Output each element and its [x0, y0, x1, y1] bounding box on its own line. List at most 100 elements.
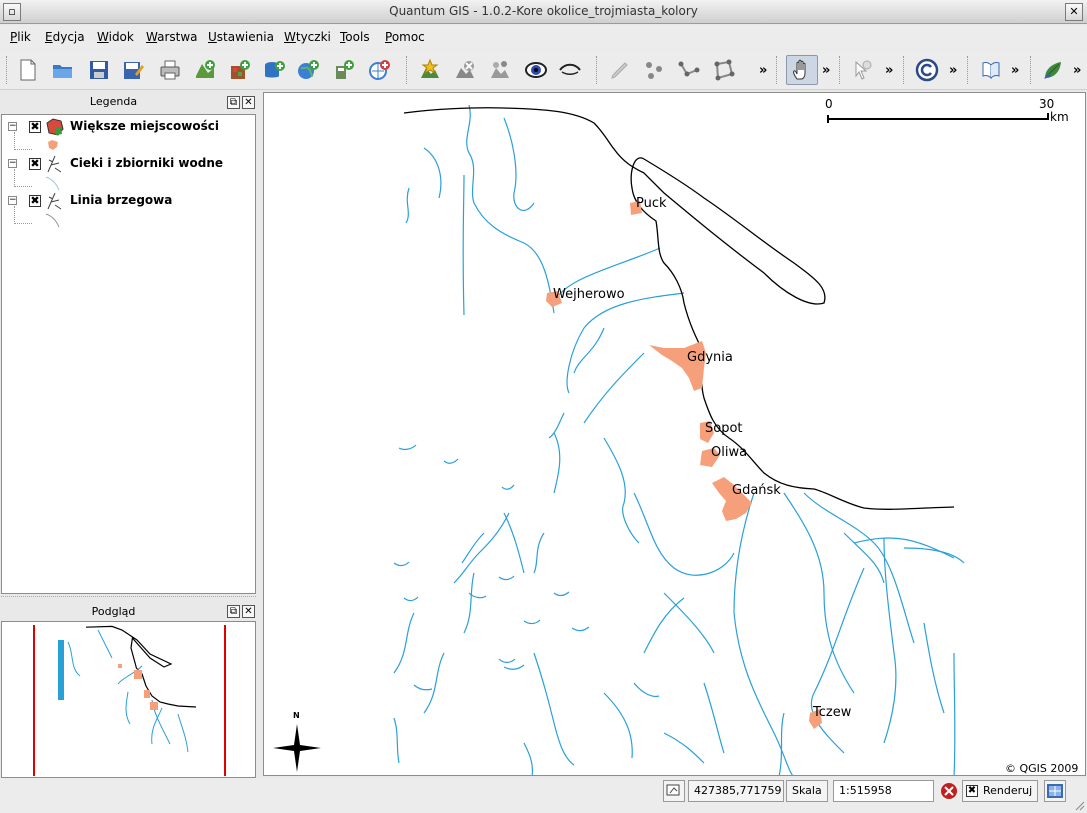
scalebar-end-label: 30 — [1039, 97, 1055, 111]
save-as-icon[interactable] — [119, 56, 147, 84]
polygon-layer-icon — [45, 117, 65, 137]
line-layer-icon — [45, 154, 65, 174]
layer-visibility-checkbox[interactable]: ✖ — [29, 195, 41, 207]
add-to-overview-icon[interactable] — [416, 56, 444, 84]
toolbar-separator — [596, 56, 598, 84]
add-vector-layer-icon[interactable] — [191, 56, 219, 84]
overview-panel[interactable] — [1, 621, 256, 778]
print-icon[interactable] — [156, 56, 184, 84]
menu-bar: Plik Edycja Widok Warstwa Ustawienia Wty… — [0, 25, 1087, 49]
toolbar-overflow-button[interactable]: » — [1073, 63, 1081, 78]
legend-panel: − ✖ Większe miejscowości − ✖ Cieki i zbi… — [1, 114, 256, 594]
north-label: N — [293, 711, 300, 720]
label-sopot: Sopot — [705, 421, 743, 436]
render-checkbox[interactable]: ✖ Renderuj — [962, 780, 1038, 802]
layer-label-cieki[interactable]: Cieki i zbiorniki wodne — [70, 156, 223, 170]
toolbar-overflow-button[interactable]: » — [822, 63, 830, 78]
scale-input[interactable]: 1:515958 — [833, 780, 934, 802]
water-symbol — [45, 175, 61, 191]
toolbar-separator — [6, 56, 8, 84]
plugin-leaf-icon[interactable] — [1039, 56, 1067, 84]
label-oliwa: Oliwa — [711, 445, 748, 460]
render-check-mark[interactable]: ✖ — [966, 785, 978, 797]
menu-ustawienia[interactable]: Ustawienia — [208, 30, 274, 44]
window-close-button[interactable]: ✕ — [1065, 3, 1083, 21]
label-gdansk: Gdańsk — [732, 483, 781, 498]
label-gdynia: Gdynia — [687, 350, 733, 365]
label-wejherowo: Wejherowo — [553, 287, 625, 302]
toggle-layers-icon[interactable] — [486, 56, 514, 84]
identify-icon[interactable] — [848, 56, 876, 84]
title-bar: ▫ Quantum GIS - 1.0.2-Kore okolice_trojm… — [0, 0, 1087, 24]
coastline — [403, 107, 955, 510]
overview-float-button[interactable]: ⧉ — [227, 605, 240, 618]
add-postgis-layer-icon[interactable] — [260, 56, 288, 84]
coast-symbol — [45, 212, 61, 228]
menu-plik[interactable]: Plik — [10, 30, 31, 44]
legend-title: Legenda — [89, 95, 138, 108]
line-layer-icon — [45, 191, 65, 211]
layer-label-linia-brzegowa[interactable]: Linia brzegowa — [70, 193, 172, 207]
layer-visibility-checkbox[interactable]: ✖ — [29, 158, 41, 170]
coordinates-display: 427385,771759 — [688, 780, 784, 802]
menu-warstwa[interactable]: Warstwa — [146, 30, 198, 44]
layer-expander[interactable]: − — [8, 122, 17, 131]
menu-widok[interactable]: Widok — [97, 30, 134, 44]
scale-label: Skala — [786, 780, 828, 802]
menu-wtyczki[interactable]: Wtyczki — [284, 30, 331, 44]
label-tczew: Tczew — [813, 705, 852, 720]
toolbar-separator — [967, 56, 969, 84]
capture-polygon-icon[interactable] — [710, 56, 738, 84]
main-toolbar: » » » » » » — [0, 50, 1087, 90]
layer-label-miejscowosci[interactable]: Większe miejscowości — [70, 119, 219, 133]
label-puck: Puck — [636, 196, 667, 211]
toolbar-overflow-button[interactable]: » — [1011, 63, 1019, 78]
overview-close-button[interactable]: ✕ — [242, 605, 255, 618]
menu-tools[interactable]: Tools — [340, 30, 370, 44]
toolbar-overflow-button[interactable]: » — [759, 63, 767, 78]
new-vector-layer-icon[interactable] — [330, 56, 358, 84]
remove-layer-icon[interactable] — [451, 56, 479, 84]
toolbar-separator — [839, 56, 841, 84]
toolbar-overflow-button[interactable]: » — [885, 63, 893, 78]
add-raster-layer-icon[interactable] — [226, 56, 254, 84]
add-wms-layer-icon[interactable] — [294, 56, 322, 84]
pan-hand-icon[interactable] — [786, 55, 818, 85]
map-canvas[interactable]: Puck Wejherowo Gdynia Sopot Oliwa Gdańsk… — [263, 92, 1086, 776]
edit-pencil-icon[interactable] — [606, 56, 634, 84]
window-title: Quantum GIS - 1.0.2-Kore okolice_trojmia… — [389, 4, 698, 18]
dock-splitter[interactable] — [1, 596, 256, 600]
hide-all-icon[interactable] — [556, 56, 584, 84]
stop-render-icon[interactable] — [938, 780, 960, 802]
legend-close-button[interactable]: ✕ — [242, 96, 255, 109]
overview-title: Podgląd — [91, 605, 136, 618]
capture-point-icon[interactable] — [640, 56, 668, 84]
toolbar-separator — [903, 56, 905, 84]
resize-grip-icon[interactable] — [1073, 799, 1085, 811]
open-project-icon[interactable] — [49, 56, 77, 84]
city-gdynia — [649, 341, 706, 391]
city-symbol — [47, 139, 59, 151]
legend-float-button[interactable]: ⧉ — [227, 96, 240, 109]
capture-line-icon[interactable] — [675, 56, 703, 84]
menu-pomoc[interactable]: Pomoc — [385, 30, 425, 44]
layer-expander[interactable]: − — [8, 159, 17, 168]
render-label: Renderuj — [983, 784, 1033, 797]
menu-edycja[interactable]: Edycja — [45, 30, 85, 44]
toolbar-overflow-button[interactable]: » — [949, 63, 957, 78]
toolbar-separator — [1030, 56, 1032, 84]
layer-visibility-checkbox[interactable]: ✖ — [29, 121, 41, 133]
projection-icon[interactable] — [1044, 780, 1066, 802]
coordinate-toggle-icon[interactable] — [663, 780, 685, 802]
open-book-icon[interactable] — [977, 56, 1005, 84]
toolbar-separator — [406, 56, 408, 84]
layer-expander[interactable]: − — [8, 196, 17, 205]
add-wfs-layer-icon[interactable] — [365, 56, 393, 84]
save-project-icon[interactable] — [85, 56, 113, 84]
show-all-icon[interactable] — [522, 56, 550, 84]
toolbar-separator — [776, 56, 778, 84]
scalebar-unit-label: km — [1050, 110, 1069, 124]
copyright-icon[interactable] — [913, 56, 941, 84]
copyright-label: © QGIS 2009 — [1005, 762, 1079, 775]
new-project-icon[interactable] — [14, 56, 42, 84]
